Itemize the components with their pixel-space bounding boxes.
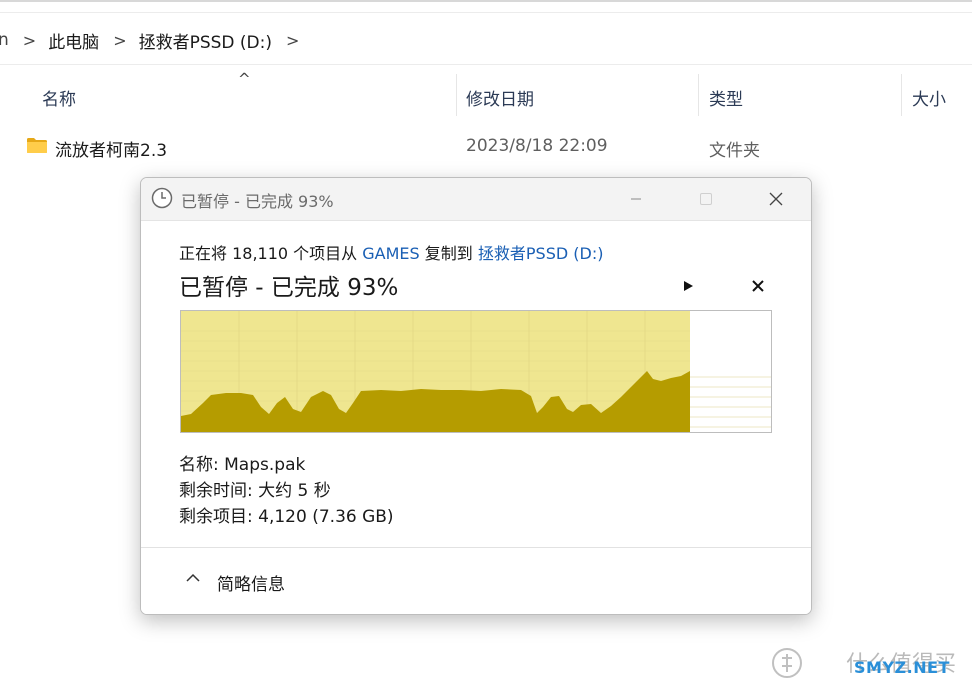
folder-icon [27,138,47,153]
toolbar-divider [0,12,972,13]
column-header-size[interactable]: 大小 [912,80,946,114]
copy-mid: 复制到 [424,244,473,263]
destination-link[interactable]: 拯救者PSSD (D:) [478,244,604,263]
breadcrumb[interactable]: n > 此电脑 > 拯救者PSSD (D:) > [0,18,972,62]
items-label: 剩余项目: [179,507,253,527]
copy-prefix: 正在将 18,110 个项目从 [179,244,358,263]
chevron-up-icon[interactable] [185,570,201,586]
watermark-site: SMYZ.NET [854,658,950,677]
breadcrumb-separator: > [22,30,37,50]
detail-file-name: 名称: Maps.pak [179,450,305,475]
detail-items-remaining: 剩余项目: 4,120 (7.36 GB) [179,502,394,527]
file-type: 文件夹 [709,141,760,161]
minimize-icon [631,198,641,200]
progress-status: 已暂停 - 已完成 93% [179,275,399,301]
file-row[interactable]: 流放者柯南2.3 2023/8/18 22:09 文件夹 [0,130,972,164]
breadcrumb-this-pc[interactable]: 此电脑 [48,28,99,53]
copy-description: 正在将 18,110 个项目从 GAMES 复制到 拯救者PSSD (D:) [179,240,603,264]
transfer-speed-graph [180,310,772,433]
items-value: 4,120 (7.36 GB) [258,507,394,527]
breadcrumb-cut-item: n [0,30,9,50]
play-icon [684,281,693,291]
column-header-type[interactable]: 类型 [709,80,743,114]
minimize-button[interactable] [613,178,659,220]
watermark: 什么值得买 SMYZ.NET [770,640,970,686]
breadcrumb-drive-d[interactable]: 拯救者PSSD (D:) [139,28,272,53]
column-divider[interactable] [901,74,902,116]
cancel-button[interactable] [745,274,771,298]
breadcrumb-separator: > [113,30,127,50]
maximize-button [683,178,729,220]
copy-progress-dialog: 已暂停 - 已完成 93% 正在将 18,110 个项目从 GAMES 复制到 … [140,177,812,615]
detail-time-remaining: 剩余时间: 大约 5 秒 [179,476,331,501]
graph-grid-remaining [690,376,771,428]
file-name[interactable]: 流放者柯南2.3 [55,136,167,161]
maximize-icon [700,193,712,205]
dialog-titlebar[interactable]: 已暂停 - 已完成 93% [141,178,811,221]
column-divider[interactable] [698,74,699,116]
breadcrumb-expand-chevron-icon[interactable]: > [286,31,299,50]
clock-icon [151,187,173,209]
dialog-title: 已暂停 - 已完成 93% [181,192,334,211]
column-header-name[interactable]: 名称 [42,80,76,114]
name-value: Maps.pak [224,455,306,475]
dialog-footer: 简略信息 [141,547,811,614]
source-link[interactable]: GAMES [362,244,419,263]
resume-button[interactable] [675,274,701,298]
file-modified: 2023/8/18 22:09 [466,136,608,156]
close-icon [769,192,783,206]
window-top-border [0,0,972,2]
time-value: 大约 5 秒 [258,481,331,501]
watermark-logo-icon [772,648,802,678]
name-label: 名称: [179,455,219,475]
transfer-graph-svg [181,311,771,432]
sort-ascending-icon: ^ [238,70,251,88]
column-header-modified[interactable]: 修改日期 [466,80,534,114]
column-divider[interactable] [456,74,457,116]
close-icon [752,280,764,292]
time-label: 剩余时间: [179,481,253,501]
close-button[interactable] [753,178,799,220]
less-details-button[interactable]: 简略信息 [217,570,285,595]
address-bar-divider [0,64,972,65]
